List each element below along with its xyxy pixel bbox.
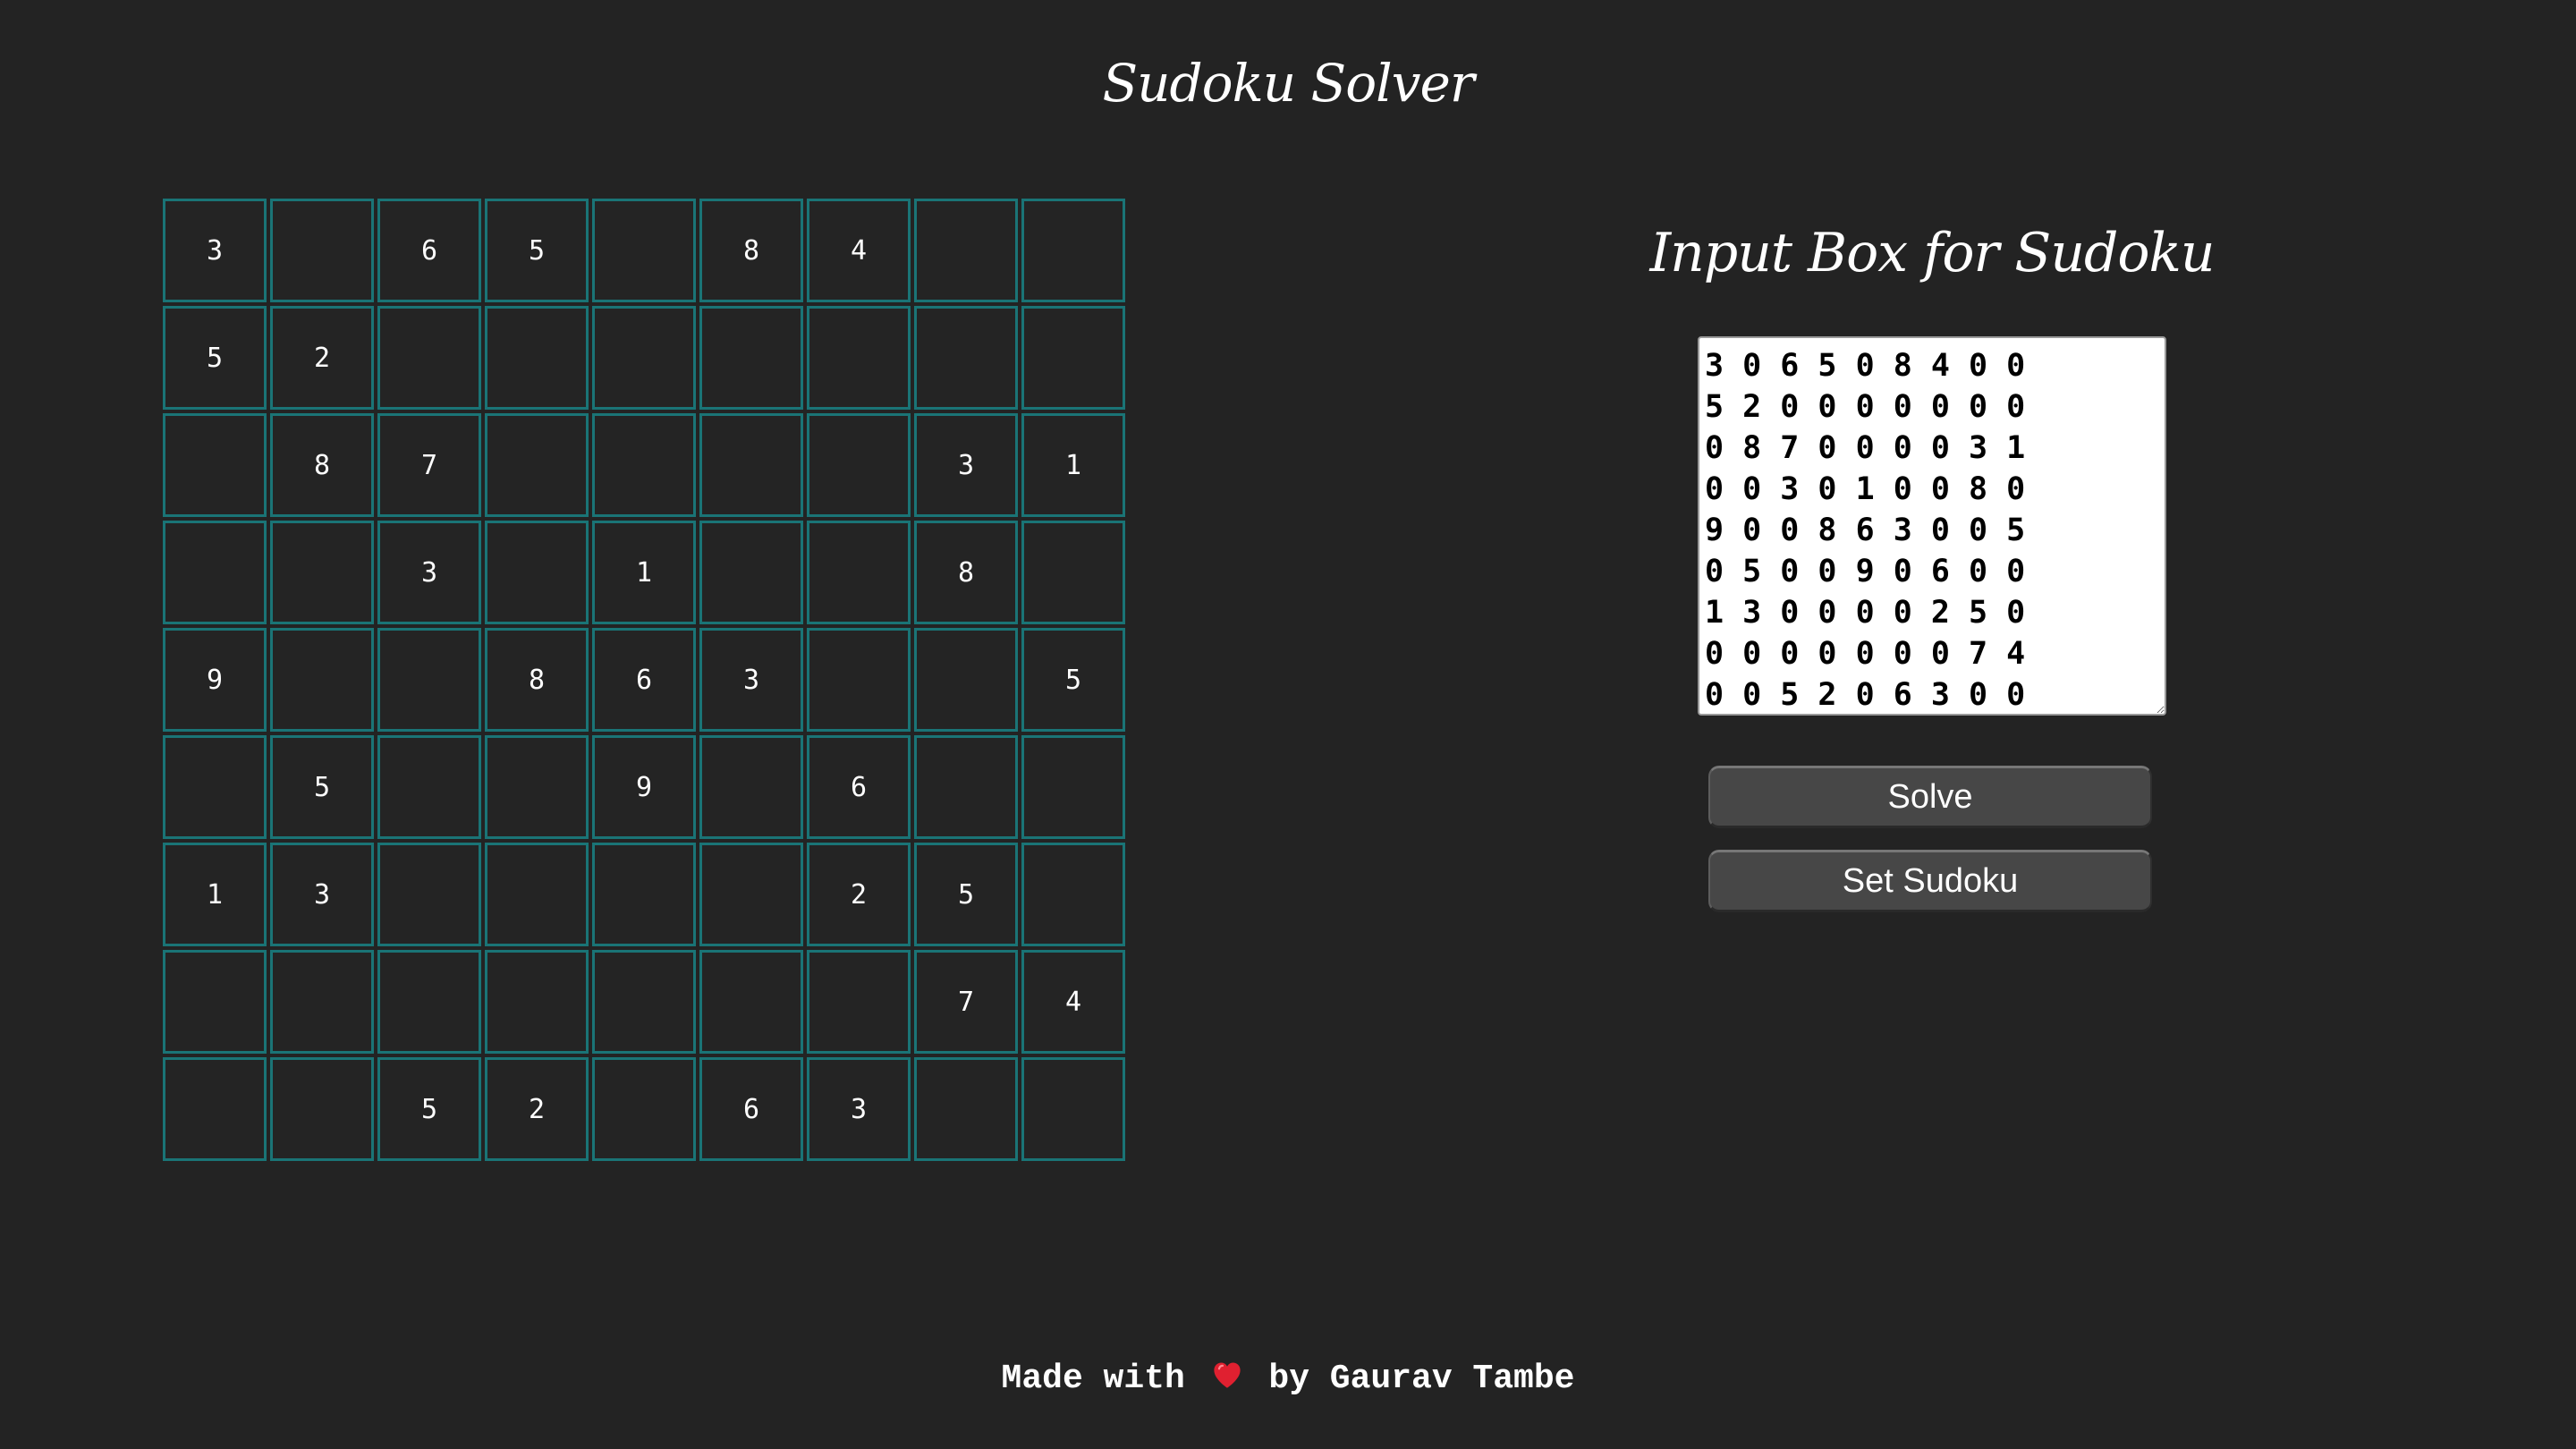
sudoku-cell-r4-c5[interactable]: 1 [592,521,696,624]
sudoku-cell-r3-c5[interactable] [592,413,696,517]
sudoku-cell-r1-c1[interactable]: 3 [163,199,267,302]
sudoku-cell-r8-c4[interactable] [485,950,589,1054]
sudoku-cell-r5-c9[interactable]: 5 [1021,628,1125,732]
sudoku-cell-r9-c9[interactable] [1021,1057,1125,1161]
sudoku-cell-r2-c3[interactable] [377,306,481,410]
sudoku-cell-r9-c5[interactable] [592,1057,696,1161]
sudoku-cell-r9-c8[interactable] [914,1057,1018,1161]
sudoku-cell-r6-c4[interactable] [485,735,589,839]
sudoku-cell-r4-c2[interactable] [270,521,374,624]
sudoku-cell-r7-c1[interactable]: 1 [163,843,267,946]
sudoku-cell-r6-c6[interactable] [699,735,803,839]
solve-button[interactable]: Solve [1708,766,2152,828]
set-sudoku-button[interactable]: Set Sudoku [1708,850,2152,912]
sudoku-cell-r5-c4[interactable]: 8 [485,628,589,732]
sudoku-cell-r9-c6[interactable]: 6 [699,1057,803,1161]
sudoku-cell-r3-c3[interactable]: 7 [377,413,481,517]
sudoku-cell-r4-c8[interactable]: 8 [914,521,1018,624]
sudoku-cell-r3-c7[interactable] [807,413,911,517]
sudoku-cell-r1-c5[interactable] [592,199,696,302]
heart-icon [1211,1359,1243,1391]
sudoku-cell-r8-c2[interactable] [270,950,374,1054]
sudoku-cell-r6-c3[interactable] [377,735,481,839]
sudoku-cell-r8-c6[interactable] [699,950,803,1054]
sudoku-cell-r3-c6[interactable] [699,413,803,517]
sudoku-cell-r2-c4[interactable] [485,306,589,410]
sudoku-cell-r5-c6[interactable]: 3 [699,628,803,732]
sudoku-cell-r4-c9[interactable] [1021,521,1125,624]
sudoku-cell-r4-c6[interactable] [699,521,803,624]
sudoku-cell-r5-c5[interactable]: 6 [592,628,696,732]
sudoku-cell-r5-c3[interactable] [377,628,481,732]
sudoku-cell-r5-c1[interactable]: 9 [163,628,267,732]
sudoku-cell-r6-c2[interactable]: 5 [270,735,374,839]
sudoku-cell-r9-c2[interactable] [270,1057,374,1161]
sudoku-cell-r3-c9[interactable]: 1 [1021,413,1125,517]
sudoku-cell-r1-c7[interactable]: 4 [807,199,911,302]
sudoku-cell-r2-c6[interactable] [699,306,803,410]
sudoku-cell-r9-c3[interactable]: 5 [377,1057,481,1161]
footer-prefix: Made with [1001,1360,1185,1398]
sudoku-cell-r7-c6[interactable] [699,843,803,946]
sudoku-cell-r4-c3[interactable]: 3 [377,521,481,624]
sudoku-cell-r2-c7[interactable] [807,306,911,410]
sudoku-cell-r2-c8[interactable] [914,306,1018,410]
sudoku-cell-r1-c4[interactable]: 5 [485,199,589,302]
sudoku-cell-r5-c8[interactable] [914,628,1018,732]
sudoku-cell-r9-c4[interactable]: 2 [485,1057,589,1161]
sudoku-cell-r6-c8[interactable] [914,735,1018,839]
sudoku-cell-r8-c5[interactable] [592,950,696,1054]
sudoku-cell-r8-c1[interactable] [163,950,267,1054]
sudoku-cell-r7-c2[interactable]: 3 [270,843,374,946]
footer-author: by Gaurav Tambe [1268,1360,1575,1398]
sudoku-cell-r3-c8[interactable]: 3 [914,413,1018,517]
input-box-title: Input Box for Sudoku [1649,222,2215,284]
sudoku-cell-r6-c7[interactable]: 6 [807,735,911,839]
sudoku-cell-r1-c6[interactable]: 8 [699,199,803,302]
sudoku-cell-r4-c1[interactable] [163,521,267,624]
sudoku-cell-r2-c5[interactable] [592,306,696,410]
sudoku-cell-r2-c9[interactable] [1021,306,1125,410]
sudoku-cell-r3-c2[interactable]: 8 [270,413,374,517]
sudoku-cell-r5-c2[interactable] [270,628,374,732]
sudoku-cell-r6-c1[interactable] [163,735,267,839]
sudoku-cell-r7-c4[interactable] [485,843,589,946]
sudoku-cell-r7-c3[interactable] [377,843,481,946]
sudoku-cell-r3-c4[interactable] [485,413,589,517]
sudoku-cell-r9-c1[interactable] [163,1057,267,1161]
sudoku-input[interactable] [1698,336,2166,716]
sudoku-cell-r1-c8[interactable] [914,199,1018,302]
page-title: Sudoku Solver [1102,53,1474,114]
sudoku-cell-r3-c1[interactable] [163,413,267,517]
sudoku-cell-r6-c5[interactable]: 9 [592,735,696,839]
sudoku-cell-r2-c2[interactable]: 2 [270,306,374,410]
sudoku-cell-r8-c7[interactable] [807,950,911,1054]
sudoku-cell-r9-c7[interactable]: 3 [807,1057,911,1161]
sudoku-cell-r4-c7[interactable] [807,521,911,624]
sudoku-cell-r8-c3[interactable] [377,950,481,1054]
sudoku-cell-r1-c2[interactable] [270,199,374,302]
sudoku-cell-r1-c9[interactable] [1021,199,1125,302]
sudoku-cell-r6-c9[interactable] [1021,735,1125,839]
sudoku-cell-r2-c1[interactable]: 5 [163,306,267,410]
sudoku-cell-r7-c7[interactable]: 2 [807,843,911,946]
sudoku-cell-r1-c3[interactable]: 6 [377,199,481,302]
sudoku-cell-r7-c5[interactable] [592,843,696,946]
sudoku-cell-r5-c7[interactable] [807,628,911,732]
sudoku-cell-r7-c8[interactable]: 5 [914,843,1018,946]
sudoku-cell-r7-c9[interactable] [1021,843,1125,946]
sudoku-cell-r4-c4[interactable] [485,521,589,624]
sudoku-cell-r8-c8[interactable]: 7 [914,950,1018,1054]
sudoku-cell-r8-c9[interactable]: 4 [1021,950,1125,1054]
footer: Made with by Gaurav Tambe [0,1352,2576,1406]
sudoku-grid: 36584528731318986355961325745263 [161,197,1127,1168]
